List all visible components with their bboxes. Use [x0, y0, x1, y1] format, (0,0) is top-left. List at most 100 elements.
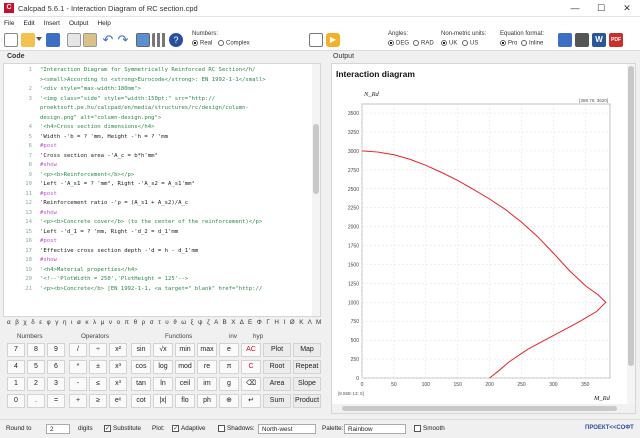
- code-line[interactable]: '<h4>Cross section dimensions</h4>: [40, 124, 310, 130]
- save-output-icon[interactable]: [558, 33, 572, 47]
- menu-edit[interactable]: Edit: [23, 20, 34, 27]
- key-1-6[interactable]: cos: [131, 360, 151, 374]
- key-1-1[interactable]: 5: [27, 360, 45, 374]
- real-radio[interactable]: Real: [192, 40, 212, 47]
- new-file-icon[interactable]: [4, 33, 18, 47]
- redo-icon[interactable]: ↷: [116, 33, 130, 47]
- key-1-10[interactable]: π: [219, 360, 239, 374]
- smooth-checkbox[interactable]: [414, 425, 421, 432]
- code-line[interactable]: proektsoft.pe.hu/calcpad/en/media/struct…: [40, 105, 310, 111]
- undo-icon[interactable]: ↶: [101, 33, 115, 47]
- output-vscroll-thumb[interactable]: [628, 66, 634, 366]
- key-3-3[interactable]: +: [69, 394, 87, 408]
- maximize-button[interactable]: ☐: [588, 3, 614, 14]
- pro-radio[interactable]: Pro: [500, 40, 517, 47]
- key-3-12[interactable]: Sum: [263, 394, 291, 408]
- menu-help[interactable]: Help: [97, 20, 110, 27]
- key-2-13[interactable]: Slope: [293, 377, 321, 391]
- key-3-9[interactable]: ph: [197, 394, 217, 408]
- menu-file[interactable]: File: [4, 20, 14, 27]
- copy-icon[interactable]: [67, 33, 81, 47]
- inv-toggle[interactable]: inv: [229, 333, 237, 340]
- palette-select[interactable]: Rainbow: [344, 424, 406, 434]
- code-line[interactable]: '<h4>Material properties</h4>: [40, 267, 310, 273]
- code-line[interactable]: #post: [40, 238, 310, 244]
- deg-radio-dot[interactable]: [388, 40, 394, 46]
- key-0-11[interactable]: AC: [241, 343, 261, 357]
- us-radio-dot[interactable]: [462, 40, 468, 46]
- code-line[interactable]: 'Cross section area -'A_c = b*h'mm²: [40, 153, 310, 159]
- key-0-6[interactable]: sin: [131, 343, 151, 357]
- key-3-13[interactable]: Product: [293, 394, 321, 408]
- code-line[interactable]: 'Left -'d_1 = ? 'mm, Right -'d_2 = d_1'm…: [40, 229, 310, 235]
- key-2-8[interactable]: ceil: [175, 377, 195, 391]
- shadows-checkbox[interactable]: [218, 425, 225, 432]
- key-0-10[interactable]: e: [219, 343, 239, 357]
- key-3-10[interactable]: ⊕: [219, 394, 239, 408]
- key-1-4[interactable]: ±: [89, 360, 107, 374]
- round-digits-input[interactable]: 2: [46, 424, 70, 434]
- key-0-1[interactable]: 8: [27, 343, 45, 357]
- key-2-7[interactable]: ln: [153, 377, 173, 391]
- key-1-8[interactable]: mod: [175, 360, 195, 374]
- code-line[interactable]: #post: [40, 191, 310, 197]
- key-1-0[interactable]: 4: [7, 360, 25, 374]
- shadows-select[interactable]: North-west: [258, 424, 316, 434]
- open-dropdown-icon[interactable]: [36, 37, 42, 43]
- code-line[interactable]: '<div style="max-width:180mm">: [40, 86, 310, 92]
- output-vertical-scrollbar[interactable]: [627, 64, 635, 406]
- code-line[interactable]: '<p><b>Concrete cover</b> (to the center…: [40, 219, 310, 225]
- hyp-toggle[interactable]: hyp: [253, 333, 263, 340]
- rad-radio-dot[interactable]: [413, 40, 419, 46]
- key-0-7[interactable]: √x: [153, 343, 173, 357]
- key-0-2[interactable]: 9: [47, 343, 65, 357]
- pdf-export-icon[interactable]: PDF: [609, 33, 623, 47]
- save-icon[interactable]: [46, 33, 60, 47]
- help-icon[interactable]: ?: [169, 33, 183, 47]
- greek-letters-bar[interactable]: α β χ δ ε φ γ η ι ø κ λ μ ν ο π θ ρ σ τ …: [3, 319, 321, 331]
- key-2-11[interactable]: ⌫: [241, 377, 261, 391]
- code-line[interactable]: #show: [40, 257, 310, 263]
- editor-scroll-thumb[interactable]: [313, 124, 319, 194]
- key-2-0[interactable]: 1: [7, 377, 25, 391]
- word-export-icon[interactable]: W: [592, 33, 606, 47]
- key-0-4[interactable]: ÷: [89, 343, 107, 357]
- image-icon[interactable]: [136, 33, 150, 47]
- close-button[interactable]: ✕: [614, 3, 640, 14]
- code-line[interactable]: '<img class="side" style="width:150pt;" …: [40, 96, 310, 102]
- key-1-7[interactable]: log: [153, 360, 173, 374]
- us-radio[interactable]: US: [462, 40, 478, 47]
- key-1-13[interactable]: Repeat: [293, 360, 321, 374]
- code-line[interactable]: 'Reinforcement ratio -'ρ = (A_s1 + A_s2)…: [40, 200, 310, 206]
- key-0-12[interactable]: Plot: [263, 343, 291, 357]
- key-1-12[interactable]: Root: [263, 360, 291, 374]
- key-0-0[interactable]: 7: [7, 343, 25, 357]
- key-2-9[interactable]: im: [197, 377, 217, 391]
- code-line[interactable]: 'Width -'b = ? 'mm, Height -'h = ? 'mm: [40, 134, 310, 140]
- code-line[interactable]: ><small>According to <strong>Eurocode</s…: [40, 77, 310, 83]
- key-2-12[interactable]: Area: [263, 377, 291, 391]
- key-2-5[interactable]: x³: [109, 377, 127, 391]
- list-view-icon[interactable]: [309, 33, 323, 47]
- print-icon[interactable]: [575, 33, 589, 47]
- pro-radio-dot[interactable]: [500, 40, 506, 46]
- key-2-3[interactable]: -: [69, 377, 87, 391]
- deg-radio[interactable]: DEG: [388, 40, 409, 47]
- uk-radio-dot[interactable]: [441, 40, 447, 46]
- key-3-8[interactable]: flo: [175, 394, 195, 408]
- code-line[interactable]: "Interaction Diagram for Symmetrically R…: [40, 67, 310, 73]
- key-1-11[interactable]: C: [241, 360, 261, 374]
- code-line[interactable]: 'Left -'A_s1 = ? 'mm², Right -'A_s2 = A_…: [40, 181, 310, 187]
- key-3-5[interactable]: eˣ: [109, 394, 127, 408]
- paste-icon[interactable]: [83, 33, 97, 47]
- key-2-4[interactable]: ≤: [89, 377, 107, 391]
- menu-output[interactable]: Output: [69, 20, 89, 27]
- complex-radio-dot[interactable]: [218, 40, 224, 46]
- open-folder-icon[interactable]: [21, 33, 35, 47]
- key-1-5[interactable]: x³: [109, 360, 127, 374]
- key-3-0[interactable]: 0: [7, 394, 25, 408]
- code-line[interactable]: 'Effective cross section depth -'d = h -…: [40, 248, 310, 254]
- key-2-1[interactable]: 2: [27, 377, 45, 391]
- grid-icon[interactable]: [152, 33, 166, 47]
- code-line[interactable]: '<p><b>Reinforcement</b></p>: [40, 172, 310, 178]
